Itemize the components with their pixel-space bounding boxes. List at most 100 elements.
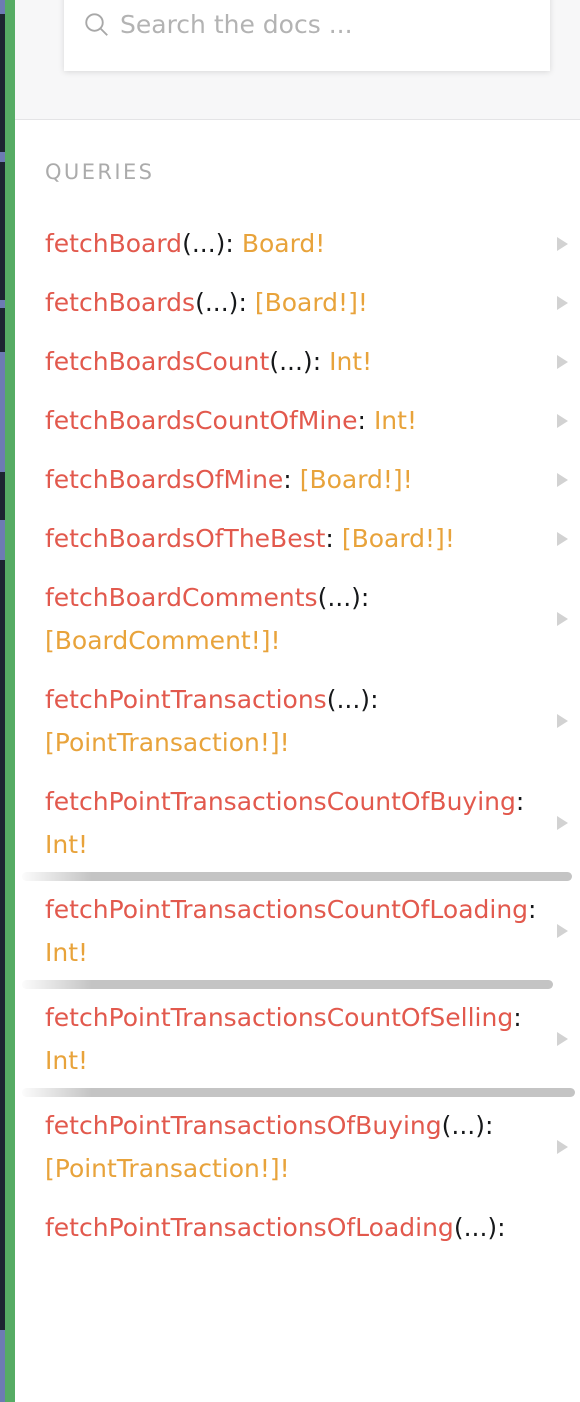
- field-colon: :: [283, 465, 292, 494]
- expand-caret-icon[interactable]: [557, 296, 568, 310]
- field-row[interactable]: fetchPointTransactions(...): [PointTrans…: [15, 678, 580, 764]
- field-row[interactable]: fetchBoard(...): Board!: [15, 222, 580, 265]
- field-row[interactable]: fetchPointTransactionsOfLoading(...):: [15, 1206, 580, 1249]
- search-row: [64, 0, 550, 50]
- field-row[interactable]: fetchPointTransactionsCountOfBuying: Int…: [15, 780, 580, 866]
- field-row[interactable]: fetchBoardsCount(...): Int!: [15, 340, 580, 383]
- field-colon: :: [357, 406, 366, 435]
- field-name: fetchPointTransactionsCountOfSelling: [45, 1003, 514, 1032]
- field-type[interactable]: Int!: [374, 406, 417, 435]
- row-spacer: [15, 265, 580, 281]
- field-colon: :: [370, 685, 379, 714]
- field-signature: fetchBoardComments(...): [BoardComment!]…: [45, 576, 580, 662]
- field-args: (...): [326, 685, 371, 714]
- field-colon: :: [312, 347, 322, 376]
- field-colon: :: [325, 524, 334, 553]
- field-row[interactable]: fetchBoards(...): [Board!]!: [15, 281, 580, 324]
- accent-bar: [5, 0, 15, 1402]
- field-type[interactable]: Int!: [329, 347, 372, 376]
- field-signature: fetchPointTransactionsOfLoading(...):: [45, 1206, 580, 1249]
- field-type[interactable]: Int!: [45, 938, 88, 967]
- field-signature: fetchBoardsCount(...): Int!: [45, 340, 580, 383]
- field-signature: fetchBoardsOfMine: [Board!]!: [45, 458, 580, 501]
- section-title-queries: QUERIES: [45, 160, 155, 184]
- field-name: fetchPointTransactionsOfLoading: [45, 1213, 454, 1242]
- field-row[interactable]: fetchBoardsOfTheBest: [Board!]!: [15, 517, 580, 560]
- field-args: (...): [453, 1213, 498, 1242]
- scrollbar-thumb[interactable]: [22, 1088, 575, 1097]
- field-args: (...): [269, 347, 313, 376]
- field-name: fetchPointTransactions: [45, 685, 327, 714]
- field-type[interactable]: Board!: [242, 229, 326, 258]
- row-spacer: [15, 1249, 580, 1265]
- field-type[interactable]: [BoardComment!]!: [45, 626, 281, 655]
- field-name: fetchBoardsCountOfMine: [45, 406, 358, 435]
- expand-caret-icon[interactable]: [557, 355, 568, 369]
- field-name: fetchBoardsCount: [45, 347, 270, 376]
- expand-caret-icon[interactable]: [557, 532, 568, 546]
- scrollbar-thumb[interactable]: [22, 980, 553, 989]
- expand-caret-icon[interactable]: [557, 414, 568, 428]
- horizontal-scrollbar[interactable]: [15, 974, 580, 996]
- row-spacer: [15, 442, 580, 458]
- field-colon: :: [528, 895, 537, 924]
- field-signature: fetchPointTransactionsCountOfSelling: In…: [45, 996, 580, 1082]
- row-spacer: [15, 662, 580, 678]
- field-name: fetchBoard: [45, 229, 183, 258]
- field-row[interactable]: fetchBoardsOfMine: [Board!]!: [15, 458, 580, 501]
- field-signature: fetchPointTransactions(...): [PointTrans…: [45, 678, 580, 764]
- field-signature: fetchPointTransactionsOfBuying(...): [Po…: [45, 1104, 580, 1190]
- queries-field-list: fetchBoard(...): Board! fetchBoards(...):…: [15, 222, 580, 1265]
- field-row[interactable]: fetchPointTransactionsCountOfLoading: In…: [15, 888, 580, 974]
- field-type[interactable]: [PointTransaction!]!: [45, 728, 290, 757]
- row-spacer: [15, 501, 580, 517]
- row-spacer: [15, 1190, 580, 1206]
- field-args: (...): [317, 583, 361, 612]
- expand-caret-icon[interactable]: [557, 924, 568, 938]
- field-row[interactable]: fetchBoardsCountOfMine: Int!: [15, 399, 580, 442]
- expand-caret-icon[interactable]: [557, 816, 568, 830]
- field-colon: :: [497, 1213, 506, 1242]
- field-colon: :: [360, 583, 370, 612]
- field-colon: :: [513, 1003, 522, 1032]
- field-name: fetchBoardComments: [45, 583, 318, 612]
- field-type[interactable]: [Board!]!: [255, 288, 368, 317]
- field-args: (...): [182, 229, 226, 258]
- field-signature: fetchPointTransactionsCountOfBuying: Int…: [45, 780, 580, 866]
- search-box[interactable]: [64, 0, 550, 71]
- field-colon: :: [238, 288, 247, 317]
- field-colon: :: [225, 229, 234, 258]
- field-signature: fetchBoardsCountOfMine: Int!: [45, 399, 580, 442]
- field-name: fetchPointTransactionsCountOfLoading: [45, 895, 529, 924]
- field-signature: fetchBoards(...): [Board!]!: [45, 281, 580, 324]
- expand-caret-icon[interactable]: [557, 237, 568, 251]
- field-type[interactable]: [Board!]!: [300, 465, 413, 494]
- field-type[interactable]: Int!: [45, 1046, 88, 1075]
- search-icon: [85, 13, 108, 36]
- field-type[interactable]: [Board!]!: [342, 524, 455, 553]
- expand-caret-icon[interactable]: [557, 1140, 568, 1154]
- horizontal-scrollbar[interactable]: [15, 866, 580, 888]
- expand-caret-icon[interactable]: [557, 612, 568, 626]
- field-row[interactable]: fetchPointTransactionsOfBuying(...): [Po…: [15, 1104, 580, 1190]
- scrollbar-thumb[interactable]: [22, 872, 572, 881]
- expand-caret-icon[interactable]: [557, 714, 568, 728]
- field-name: fetchBoardsOfTheBest: [45, 524, 326, 553]
- expand-caret-icon[interactable]: [557, 473, 568, 487]
- horizontal-scrollbar[interactable]: [15, 1082, 580, 1104]
- row-spacer: [15, 324, 580, 340]
- field-row[interactable]: fetchPointTransactionsCountOfSelling: In…: [15, 996, 580, 1082]
- field-row[interactable]: fetchBoardComments(...): [BoardComment!]…: [15, 576, 580, 662]
- row-spacer: [15, 383, 580, 399]
- expand-caret-icon[interactable]: [557, 1032, 568, 1046]
- search-input[interactable]: [120, 11, 550, 39]
- row-spacer: [15, 560, 580, 576]
- panel-body: QUERIES fetchBoard(...): Board!fetchBoar…: [15, 0, 580, 1402]
- field-colon: :: [484, 1111, 494, 1140]
- row-spacer: [15, 764, 580, 780]
- field-name: fetchPointTransactionsCountOfBuying: [45, 787, 516, 816]
- search-header-zone: [15, 0, 580, 120]
- field-type[interactable]: Int!: [45, 830, 88, 859]
- docs-sidebar-panel: QUERIES fetchBoard(...): Board!fetchBoar…: [0, 0, 580, 1402]
- field-type[interactable]: [PointTransaction!]!: [45, 1154, 290, 1183]
